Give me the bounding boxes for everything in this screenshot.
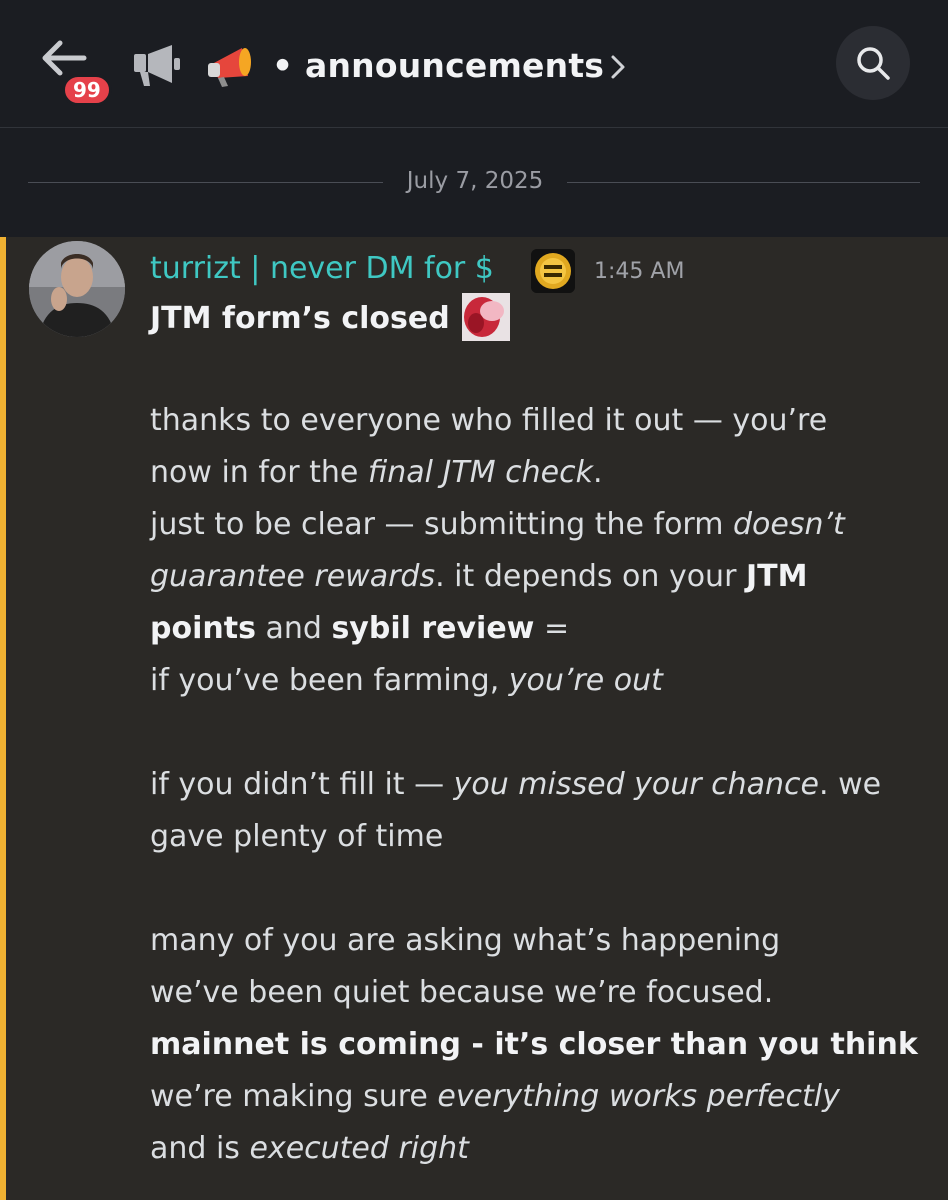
megaphone-emoji-icon	[208, 48, 251, 87]
message-text-segment: and	[255, 611, 332, 646]
message-line: guarantee rewards. it depends on your JT…	[150, 559, 807, 594]
custom-emoji-icon	[462, 293, 510, 341]
message-text-segment: we’ve been quiet because we’re focused.	[150, 975, 774, 1010]
message-line: and is executed right	[150, 1131, 469, 1166]
message-text-segment: .	[592, 455, 603, 490]
message-text-segment: . we	[819, 767, 882, 802]
message: turrizt | never DM for $ 1:45 AM JTM for…	[0, 237, 948, 1200]
message-text-segment: thanks to everyone who filled it out — y…	[150, 403, 828, 438]
message-text-segment: you missed your chance	[453, 767, 820, 802]
message-subject: JTM form’s closed	[150, 301, 450, 336]
avatar-photo	[29, 241, 125, 337]
message-text-segment: if you didn’t fill it —	[150, 767, 454, 802]
message-text-segment: we’re making sure	[150, 1079, 438, 1114]
message-line: now in for the final JTM check.	[150, 455, 603, 490]
date-divider: July 7, 2025	[0, 128, 948, 236]
avatar[interactable]	[29, 241, 125, 337]
channel-title[interactable]: • announcements	[272, 46, 604, 85]
message-text-segment: final JTM check	[367, 455, 593, 490]
message-text-segment: sybil review	[331, 611, 535, 646]
message-text-segment: doesn’t	[733, 507, 845, 542]
channel-separator: •	[272, 46, 294, 85]
message-text-segment: just to be clear — submitting the form	[150, 507, 733, 542]
message-text-segment: you’re out	[508, 663, 663, 698]
message-line: gave plenty of time	[150, 819, 443, 854]
search-icon	[857, 47, 890, 80]
message-text-segment: executed right	[249, 1131, 469, 1166]
search-button[interactable]	[836, 26, 910, 100]
message-text-segment: . it depends on your	[435, 559, 746, 594]
message-text-segment: now in for the	[150, 455, 368, 490]
arrow-left-icon	[42, 40, 87, 76]
unread-badge: 99	[62, 74, 112, 106]
chevron-right-icon[interactable]	[610, 54, 626, 80]
message-line: just to be clear — submitting the form d…	[150, 507, 845, 542]
message-timestamp: 1:45 AM	[594, 259, 685, 284]
role-badge-icon	[531, 249, 575, 293]
divider-line-left	[28, 182, 383, 183]
message-line: if you didn’t fill it — you missed your …	[150, 767, 881, 802]
message-text-segment: guarantee rewards	[150, 559, 436, 594]
divider-line-right	[567, 182, 920, 183]
back-button[interactable]: 99	[38, 38, 118, 108]
message-line: points and sybil review =	[150, 611, 569, 646]
message-text-segment: JTM	[745, 559, 808, 594]
message-text-segment: =	[534, 611, 570, 646]
megaphone-channel-icon	[134, 45, 180, 86]
message-line: thanks to everyone who filled it out — y…	[150, 403, 827, 438]
date-divider-text: July 7, 2025	[406, 168, 544, 194]
message-line: mainnet is coming - it’s closer than you…	[150, 1027, 918, 1062]
message-text-segment: many of you are asking what’s happening	[150, 923, 781, 958]
message-line: we’re making sure everything works perfe…	[150, 1079, 840, 1114]
author-name[interactable]: turrizt | never DM for $	[150, 251, 494, 286]
message-text-segment: everything works perfectly	[437, 1079, 840, 1114]
message-text-segment: and is	[150, 1131, 250, 1166]
message-text-segment: mainnet is coming - it’s closer than you…	[150, 1027, 918, 1062]
message-line: many of you are asking what’s happening	[150, 923, 780, 958]
channel-header: 99 • announcements	[0, 0, 948, 128]
message-text-segment: gave plenty of time	[150, 819, 444, 854]
message-line: we’ve been quiet because we’re focused.	[150, 975, 773, 1010]
message-text-segment: points	[150, 611, 256, 646]
channel-name: announcements	[305, 46, 605, 85]
message-line: if you’ve been farming, you’re out	[150, 663, 663, 698]
message-text-segment: if you’ve been farming,	[150, 663, 509, 698]
